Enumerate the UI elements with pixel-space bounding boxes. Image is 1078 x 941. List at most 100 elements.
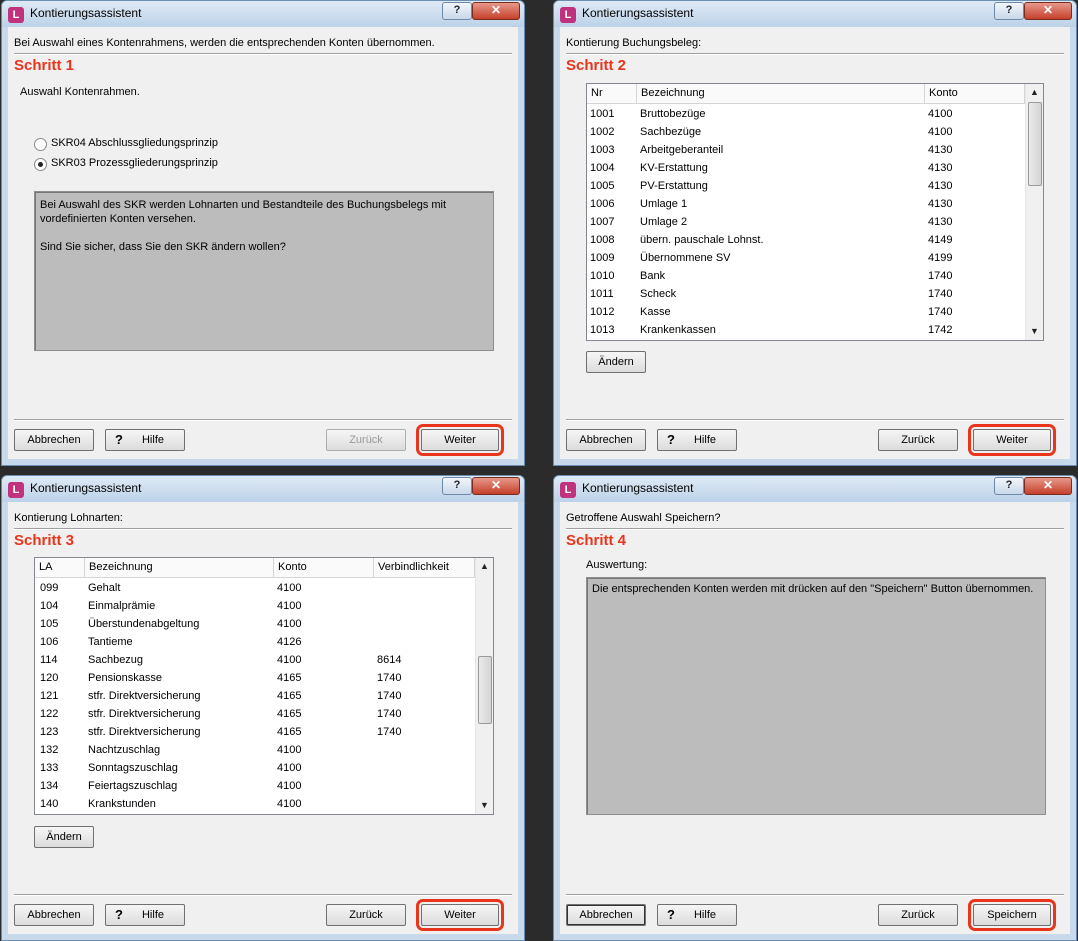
title-bar[interactable]: L Kontierungsassistent ? ✕ [2, 476, 524, 502]
help-icon: ? [667, 907, 675, 922]
booking-grid[interactable]: Nr Bezeichnung Konto 1001 Bruttobezüge 410… [586, 83, 1044, 341]
help-button[interactable]: ? Hilfe [105, 904, 185, 926]
back-button[interactable]: Zurück [878, 904, 958, 926]
table-row[interactable]: 123 stfr. Direktversicherung 4165 1740 [35, 723, 475, 741]
scroll-thumb[interactable] [1028, 102, 1042, 186]
change-button[interactable]: Ändern [586, 351, 646, 373]
radio-skr04-label[interactable]: SKR04 Abschlussgliedungsprinzip [51, 137, 218, 149]
table-cell: 4100 [277, 654, 302, 666]
close-button[interactable]: ✕ [472, 477, 520, 495]
scroll-up-icon[interactable]: ▲ [476, 558, 493, 575]
table-cell: 140 [40, 798, 59, 810]
table-row[interactable]: 1004 KV-Erstattung 4130 [587, 159, 1025, 177]
title-bar[interactable]: L Kontierungsassistent ? ✕ [2, 1, 524, 27]
dialog-client: Kontierung Buchungsbeleg: Schritt 2 Nr B… [560, 27, 1070, 459]
table-row[interactable]: 1005 PV-Erstattung 4130 [587, 177, 1025, 195]
column-header[interactable]: Bezeichnung [637, 84, 925, 103]
radio-skr03[interactable] [34, 158, 47, 171]
back-button[interactable]: Zurück [326, 429, 406, 451]
table-row[interactable]: 104 Einmalprämie 4100 [35, 597, 475, 615]
table-row[interactable]: 132 Nachtzuschlag 4100 [35, 741, 475, 759]
table-row[interactable]: 1010 Bank 1740 [587, 267, 1025, 285]
table-cell: übern. pauschale Lohnst. [640, 234, 764, 246]
back-button[interactable]: Zurück [878, 429, 958, 451]
table-row[interactable]: 1002 Sachbezüge 4100 [587, 123, 1025, 141]
help-button[interactable]: ? Hilfe [105, 429, 185, 451]
close-button[interactable]: ✕ [1024, 477, 1072, 495]
scroll-down-icon[interactable]: ▼ [1026, 323, 1043, 340]
table-cell: 1009 [590, 252, 615, 264]
title-help-button[interactable]: ? [442, 2, 472, 20]
info-line: vordefinierten Konten versehen. [40, 213, 196, 225]
table-cell: 4130 [928, 144, 953, 156]
table-cell: 106 [40, 636, 59, 648]
table-row[interactable]: 1009 Übernommene SV 4199 [587, 249, 1025, 267]
table-row[interactable]: 140 Krankstunden 4100 [35, 795, 475, 813]
cancel-button[interactable]: Abbrechen [566, 429, 646, 451]
table-cell: 122 [40, 708, 59, 720]
vertical-scrollbar[interactable]: ▲ ▼ [1025, 84, 1043, 340]
save-button[interactable]: Speichern [968, 899, 1056, 931]
table-row[interactable]: 1001 Bruttobezüge 4100 [587, 105, 1025, 123]
next-button[interactable]: Weiter [416, 424, 504, 456]
table-row[interactable]: 1006 Umlage 1 4130 [587, 195, 1025, 213]
window-step3: L Kontierungsassistent ? ✕ Kontierung Lo… [1, 475, 525, 941]
next-button[interactable]: Weiter [416, 899, 504, 931]
title-bar[interactable]: L Kontierungsassistent ? ✕ [554, 476, 1076, 502]
table-row[interactable]: 122 stfr. Direktversicherung 4165 1740 [35, 705, 475, 723]
window-title: Kontierungsassistent [30, 481, 142, 495]
scroll-down-icon[interactable]: ▼ [476, 797, 493, 814]
table-row[interactable]: 134 Feiertagszuschlag 4100 [35, 777, 475, 795]
table-cell: stfr. Direktversicherung [88, 690, 201, 702]
table-row[interactable]: 1008 übern. pauschale Lohnst. 4149 [587, 231, 1025, 249]
table-row[interactable]: 133 Sonntagszuschlag 4100 [35, 759, 475, 777]
info-line: Bei Auswahl des SKR werden Lohnarten und… [40, 199, 447, 211]
table-cell: Arbeitgeberanteil [640, 144, 724, 156]
table-row[interactable]: 1003 Arbeitgeberanteil 4130 [587, 141, 1025, 159]
column-header[interactable]: LA [35, 558, 85, 577]
help-button[interactable]: ? Hilfe [657, 429, 737, 451]
next-button[interactable]: Weiter [968, 424, 1056, 456]
table-row[interactable]: 120 Pensionskasse 4165 1740 [35, 669, 475, 687]
step-header: Getroffene Auswahl Speichern? [566, 512, 721, 524]
title-help-button[interactable]: ? [442, 477, 472, 495]
vertical-scrollbar[interactable]: ▲ ▼ [475, 558, 493, 814]
back-button[interactable]: Zurück [326, 904, 406, 926]
cancel-button[interactable]: Abbrechen [14, 429, 94, 451]
table-cell: 1010 [590, 270, 615, 282]
scroll-up-icon[interactable]: ▲ [1026, 84, 1043, 101]
column-header[interactable]: Verbindlichkeit [374, 558, 475, 577]
radio-skr03-label[interactable]: SKR03 Prozessgliederungsprinzip [51, 157, 218, 169]
cancel-button[interactable]: Abbrechen [566, 904, 646, 926]
column-header[interactable]: Konto [274, 558, 374, 577]
table-row[interactable]: 114 Sachbezug 4100 8614 [35, 651, 475, 669]
wage-types-grid[interactable]: LA Bezeichnung Konto Verbindlichkeit 099… [34, 557, 494, 815]
table-cell: 1002 [590, 126, 615, 138]
table-row[interactable]: 1013 Krankenkassen 1742 [587, 321, 1025, 339]
table-row[interactable]: 099 Gehalt 4100 [35, 579, 475, 597]
table-row[interactable]: 1011 Scheck 1740 [587, 285, 1025, 303]
cancel-button[interactable]: Abbrechen [14, 904, 94, 926]
title-bar[interactable]: L Kontierungsassistent ? ✕ [554, 1, 1076, 27]
title-help-button[interactable]: ? [994, 2, 1024, 20]
table-row[interactable]: 121 stfr. Direktversicherung 4165 1740 [35, 687, 475, 705]
column-header[interactable]: Konto [925, 84, 1025, 103]
title-help-button[interactable]: ? [994, 477, 1024, 495]
radio-skr04[interactable] [34, 138, 47, 151]
table-cell: 120 [40, 672, 59, 684]
table-row[interactable]: 1012 Kasse 1740 [587, 303, 1025, 321]
table-row[interactable]: 106 Tantieme 4126 [35, 633, 475, 651]
column-header[interactable]: Bezeichnung [85, 558, 274, 577]
close-button[interactable]: ✕ [472, 2, 520, 20]
column-header[interactable]: Nr [587, 84, 637, 103]
close-button[interactable]: ✕ [1024, 2, 1072, 20]
table-row[interactable]: 105 Überstundenabgeltung 4100 [35, 615, 475, 633]
table-cell: 4165 [277, 708, 302, 720]
separator [566, 528, 1064, 530]
table-row[interactable]: 1007 Umlage 2 4130 [587, 213, 1025, 231]
change-button[interactable]: Ändern [34, 826, 94, 848]
help-button[interactable]: ? Hilfe [657, 904, 737, 926]
help-button-label: Hilfe [693, 909, 716, 921]
table-cell: Sachbezug [88, 654, 144, 666]
scroll-thumb[interactable] [478, 656, 492, 724]
